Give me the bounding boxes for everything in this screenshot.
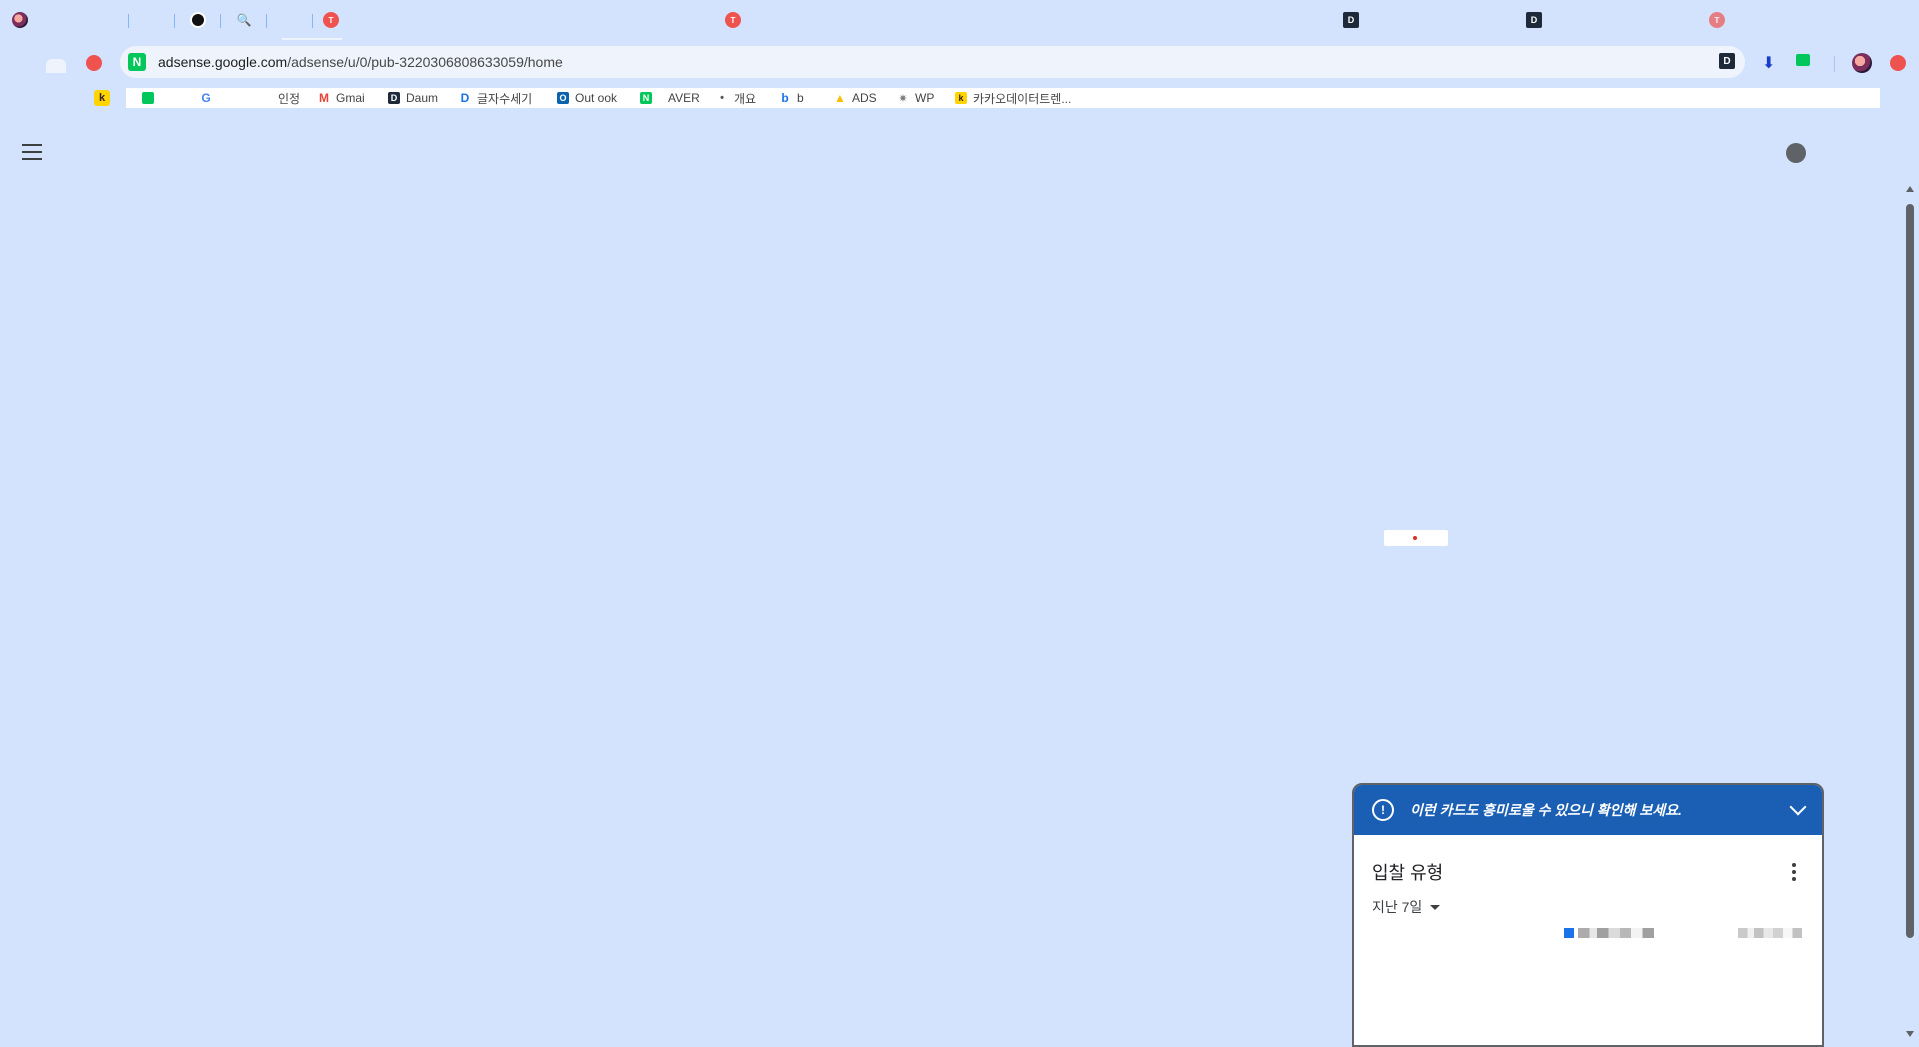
kakao-icon: k xyxy=(955,92,967,104)
google-icon: G xyxy=(201,91,211,105)
bookmark-label: WP xyxy=(915,91,935,105)
url-path: /adsense/u/0/pub-3220306808633059/home xyxy=(287,54,563,70)
card-title: 입찰 유형 xyxy=(1372,863,1444,883)
bookmark-item[interactable]: N AVER xyxy=(640,90,700,106)
site-info-icon[interactable]: N xyxy=(128,53,146,71)
tab-strip: 🔍 xyxy=(0,0,1919,40)
chart-legend xyxy=(1564,927,1802,939)
page-scrollbar[interactable] xyxy=(1905,186,1915,1037)
daum-icon: D xyxy=(388,92,400,104)
bookmark-item[interactable]: D Daum xyxy=(388,90,438,106)
download-icon[interactable]: ⬇ xyxy=(1762,53,1780,72)
more-options-icon[interactable] xyxy=(1792,863,1796,881)
tab-favicon-search-icon[interactable]: 🔍 xyxy=(236,12,252,28)
browser-toolbar: N adsense.google.com/adsense/u/0/pub-322… xyxy=(0,40,1919,88)
tab-separator xyxy=(312,14,313,28)
gmail-icon: M xyxy=(319,91,329,105)
bookmark-label: 카카오데이터트렌... xyxy=(973,91,1072,106)
suggestion-card: ! 이런 카드도 흥미로울 수 있으니 확인해 보세요. 입찰 유형 지난 7일 xyxy=(1352,783,1824,1047)
bookmark-item[interactable]: O Out ook xyxy=(557,90,617,106)
naver-icon: N xyxy=(640,92,652,104)
legend-swatch xyxy=(1564,928,1574,938)
tab-favicon-d-icon[interactable] xyxy=(1343,12,1359,28)
bookmark-item[interactable]: k 카카오데이터트렌... xyxy=(955,90,1071,106)
hamburger-menu-icon[interactable] xyxy=(22,144,42,160)
tab-separator xyxy=(128,14,129,28)
extension-green-icon[interactable] xyxy=(1796,54,1810,66)
tab-favicon-circle-icon[interactable] xyxy=(190,12,206,28)
banner-text: 이런 카드도 흥미로울 수 있으니 확인해 보세요. xyxy=(1410,802,1682,818)
bookmark-label: b xyxy=(797,91,804,105)
account-avatar-icon[interactable] xyxy=(1786,143,1806,163)
bing-icon: b xyxy=(781,91,789,105)
toolbar-divider xyxy=(1834,56,1835,72)
loading-placeholder xyxy=(1384,530,1448,546)
scroll-thumb[interactable] xyxy=(1906,204,1914,938)
legend-redacted xyxy=(1738,928,1802,938)
caret-down-icon xyxy=(1430,904,1441,910)
bookmark-item[interactable]: ▲ ADS xyxy=(834,90,877,106)
tab-favicon-t-icon[interactable] xyxy=(725,12,741,28)
extension-d-icon[interactable]: D xyxy=(1719,53,1735,69)
bookmark-label: 개요 xyxy=(734,91,757,106)
profile-avatar-icon[interactable] xyxy=(1852,53,1872,73)
period-selector[interactable]: 지난 7일 xyxy=(1372,897,1441,917)
extension-t-icon[interactable] xyxy=(86,55,102,71)
bookmark-item[interactable]: 인정 xyxy=(278,90,300,106)
bookmark-label: Daum xyxy=(406,91,439,105)
bookmark-item[interactable]: ✷ WP xyxy=(897,90,934,106)
tab-separator xyxy=(174,14,175,28)
wp-icon: ✷ xyxy=(898,92,908,105)
tab-favicon-t-icon[interactable] xyxy=(323,12,339,28)
bookmark-item[interactable]: • 개요 xyxy=(716,90,756,106)
bookmarks-bar: k G 인정 M Gmai D Daum D 글자수세기 O Out ook N… xyxy=(0,88,1919,108)
google-ads-icon: ▲ xyxy=(834,91,846,105)
bookmark-label: Gmai xyxy=(336,91,365,105)
period-label: 지난 7일 xyxy=(1372,899,1423,915)
bookmark-item[interactable]: G xyxy=(200,90,218,106)
bookmark-label: ADS xyxy=(852,91,877,105)
alert-gear-icon: ! xyxy=(1372,799,1394,821)
scroll-up-arrow-icon[interactable] xyxy=(1906,186,1914,192)
bookmark-label: 인정 xyxy=(278,91,301,106)
tab-favicon-t-icon[interactable] xyxy=(1709,12,1725,28)
bookmark-item[interactable]: b b xyxy=(779,90,804,106)
legend-redacted xyxy=(1578,928,1654,938)
tistory-icon: • xyxy=(720,92,724,104)
bookmark-item[interactable] xyxy=(142,90,160,106)
outlook-icon: O xyxy=(557,92,569,104)
tab-separator xyxy=(266,14,267,28)
scroll-down-arrow-icon[interactable] xyxy=(1906,1031,1914,1037)
chevron-down-icon[interactable] xyxy=(1789,798,1807,816)
kakao-bookmark-icon[interactable]: k xyxy=(94,90,110,106)
tab-favicon-d-icon[interactable] xyxy=(1526,12,1542,28)
bookmark-label: AVER xyxy=(668,91,700,105)
bookmark-label: Out ook xyxy=(575,91,618,105)
bookmark-item[interactable]: M Gmai xyxy=(318,90,365,106)
tab-separator xyxy=(220,14,221,28)
address-bar[interactable]: N adsense.google.com/adsense/u/0/pub-322… xyxy=(120,46,1745,78)
back-button[interactable] xyxy=(46,59,66,73)
card-banner[interactable]: ! 이런 카드도 흥미로울 수 있으니 확인해 보세요. xyxy=(1354,785,1822,835)
url-text[interactable]: adsense.google.com/adsense/u/0/pub-32203… xyxy=(158,54,563,70)
green-chat-icon xyxy=(142,92,154,104)
extension-t-icon[interactable] xyxy=(1890,55,1906,71)
url-host: adsense.google.com xyxy=(158,54,288,70)
d-icon: D xyxy=(460,91,470,105)
tab-favicon-avatar-icon[interactable] xyxy=(12,12,28,28)
bookmark-label: 글자수세기 xyxy=(477,91,533,106)
bookmark-item[interactable]: D 글자수세기 xyxy=(459,90,533,106)
